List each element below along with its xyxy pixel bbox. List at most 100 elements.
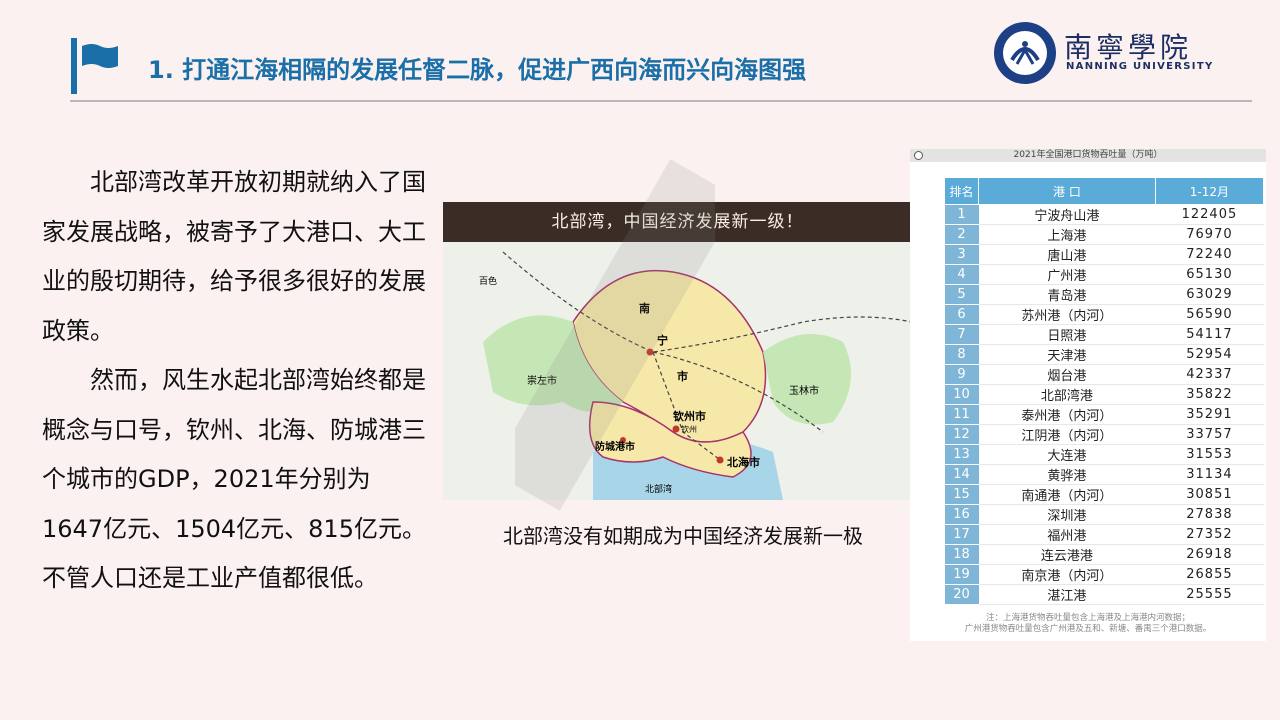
value-cell: 76970 bbox=[1155, 224, 1264, 245]
rank-cell: 17 bbox=[944, 524, 979, 545]
table-row: 20 湛江港 25555 bbox=[944, 584, 1264, 605]
value-cell: 54117 bbox=[1155, 324, 1264, 345]
table-row: 15 南通港（内河） 30851 bbox=[944, 484, 1264, 505]
port-cell: 苏州港（内河） bbox=[978, 304, 1156, 325]
value-cell: 30851 bbox=[1155, 484, 1264, 505]
table-row: 4 广州港 65130 bbox=[944, 264, 1264, 285]
flag-icon bbox=[82, 44, 118, 68]
value-cell: 56590 bbox=[1155, 304, 1264, 325]
table-row: 9 烟台港 42337 bbox=[944, 364, 1264, 385]
body-text: 北部湾改革开放初期就纳入了国家发展战略，被寄予了大港口、大工业的殷切期待，给予很… bbox=[42, 158, 427, 604]
rank-cell: 3 bbox=[944, 244, 979, 265]
rank-cell: 11 bbox=[944, 404, 979, 425]
table-row: 6 苏州港（内河） 56590 bbox=[944, 304, 1264, 325]
value-cell: 31553 bbox=[1155, 444, 1264, 465]
table-row: 8 天津港 52954 bbox=[944, 344, 1264, 365]
table-row: 19 南京港（内河） 26855 bbox=[944, 564, 1264, 585]
map-label-nanning-2: 宁 bbox=[657, 334, 668, 347]
rank-cell: 6 bbox=[944, 304, 979, 325]
port-cell: 唐山港 bbox=[978, 244, 1156, 265]
rank-cell: 15 bbox=[944, 484, 979, 505]
beibu-gulf-map: 北部湾，中国经济发展新一级！ 南 宁 市 钦州市 防城港市 北海市 崇左市 玉林… bbox=[443, 202, 912, 500]
map-label-baise: 百色 bbox=[479, 277, 498, 287]
port-cell: 泰州港（内河） bbox=[978, 404, 1156, 425]
rank-cell: 5 bbox=[944, 284, 979, 305]
value-cell: 31134 bbox=[1155, 464, 1264, 485]
port-cell: 南通港（内河） bbox=[978, 484, 1156, 505]
port-cell: 烟台港 bbox=[978, 364, 1156, 385]
column-header-value: 1-12月 bbox=[1154, 177, 1265, 205]
value-cell: 27838 bbox=[1155, 504, 1264, 525]
university-name-en: NANNING UNIVERSITY bbox=[1066, 61, 1214, 72]
port-cell: 大连港 bbox=[978, 444, 1156, 465]
port-cell: 天津港 bbox=[978, 344, 1156, 365]
title-accent-bar bbox=[71, 38, 77, 94]
value-cell: 26855 bbox=[1155, 564, 1264, 585]
table-row: 11 泰州港（内河） 35291 bbox=[944, 404, 1264, 425]
value-cell: 122405 bbox=[1155, 204, 1264, 225]
rank-cell: 7 bbox=[944, 324, 979, 345]
map-label-nanning: 南 bbox=[639, 302, 650, 315]
port-cell: 广州港 bbox=[978, 264, 1156, 285]
value-cell: 63029 bbox=[1155, 284, 1264, 305]
rank-cell: 4 bbox=[944, 264, 979, 285]
table-row: 2 上海港 76970 bbox=[944, 224, 1264, 245]
port-cell: 南京港（内河） bbox=[978, 564, 1156, 585]
circle-icon bbox=[914, 151, 923, 160]
table-row: 5 青岛港 63029 bbox=[944, 284, 1264, 305]
rank-cell: 18 bbox=[944, 544, 979, 565]
port-cell: 宁波舟山港 bbox=[978, 204, 1156, 225]
table-row: 17 福州港 27352 bbox=[944, 524, 1264, 545]
table-note: 注：上海港货物吞吐量包含上海港及上海港内河数据； 广州港货物吞吐量包含广州港及五… bbox=[910, 613, 1266, 635]
table-row: 1 宁波舟山港 122405 bbox=[944, 204, 1264, 225]
value-cell: 65130 bbox=[1155, 264, 1264, 285]
paragraph-1: 北部湾改革开放初期就纳入了国家发展战略，被寄予了大港口、大工业的殷切期待，给予很… bbox=[42, 168, 426, 345]
rank-cell: 10 bbox=[944, 384, 979, 405]
table-note-line-2: 广州港货物吞吐量包含广州港及五和、新塘、番禺三个港口数据。 bbox=[964, 624, 1212, 634]
title-divider bbox=[70, 100, 1252, 102]
port-cell: 日照港 bbox=[978, 324, 1156, 345]
port-cell: 青岛港 bbox=[978, 284, 1156, 305]
university-name-cn: 南寧學院 bbox=[1064, 31, 1193, 64]
table-row: 18 连云港港 26918 bbox=[944, 544, 1264, 565]
table-row: 10 北部湾港 35822 bbox=[944, 384, 1264, 405]
rank-cell: 13 bbox=[944, 444, 979, 465]
table-row: 14 黄骅港 31134 bbox=[944, 464, 1264, 485]
port-table: 排名 港 口 1-12月 1 宁波舟山港 122405 2 上海港 76970 3 唐山港 72… bbox=[944, 177, 1265, 605]
value-cell: 42337 bbox=[1155, 364, 1264, 385]
rank-cell: 8 bbox=[944, 344, 979, 365]
value-cell: 25555 bbox=[1155, 584, 1264, 605]
map-label-fangchenggang: 防城港市 bbox=[595, 442, 635, 453]
value-cell: 35822 bbox=[1155, 384, 1264, 405]
value-cell: 33757 bbox=[1155, 424, 1264, 445]
value-cell: 27352 bbox=[1155, 524, 1264, 545]
table-row: 3 唐山港 72240 bbox=[944, 244, 1264, 265]
table-row: 16 深圳港 27838 bbox=[944, 504, 1264, 525]
table-row: 13 大连港 31553 bbox=[944, 444, 1264, 465]
map-label-qinzhou-port: 钦州 bbox=[681, 425, 697, 434]
port-cell: 黄骅港 bbox=[978, 464, 1156, 485]
port-cell: 深圳港 bbox=[978, 504, 1156, 525]
map-label-beihai: 北海市 bbox=[727, 456, 760, 469]
rank-cell: 12 bbox=[944, 424, 979, 445]
value-cell: 52954 bbox=[1155, 344, 1264, 365]
port-cell: 湛江港 bbox=[978, 584, 1156, 605]
port-cell: 江阴港（内河） bbox=[978, 424, 1156, 445]
university-emblem-icon bbox=[994, 22, 1056, 84]
rank-cell: 9 bbox=[944, 364, 979, 385]
table-row: 7 日照港 54117 bbox=[944, 324, 1264, 345]
table-title: 2021年全国港口货物吞吐量（万吨） bbox=[1013, 150, 1163, 160]
value-cell: 35291 bbox=[1155, 404, 1264, 425]
port-ranking-panel: 2021年全国港口货物吞吐量（万吨） 排名 港 口 1-12月 1 宁波舟山港 12… bbox=[910, 149, 1266, 641]
rank-cell: 16 bbox=[944, 504, 979, 525]
map-label-nanning-3: 市 bbox=[677, 370, 688, 383]
rank-cell: 2 bbox=[944, 224, 979, 245]
port-cell: 连云港港 bbox=[978, 544, 1156, 565]
map-graphic bbox=[443, 242, 912, 500]
map-label-yulin: 玉林市 bbox=[789, 386, 819, 397]
map-banner: 北部湾，中国经济发展新一级！ bbox=[443, 202, 912, 242]
column-header-port: 港 口 bbox=[978, 177, 1156, 205]
table-header-bar: 2021年全国港口货物吞吐量（万吨） bbox=[910, 149, 1266, 162]
rank-cell: 20 bbox=[944, 584, 979, 605]
page-title: 1. 打通江海相隔的发展任督二脉，促进广西向海而兴向海图强 bbox=[148, 56, 807, 84]
